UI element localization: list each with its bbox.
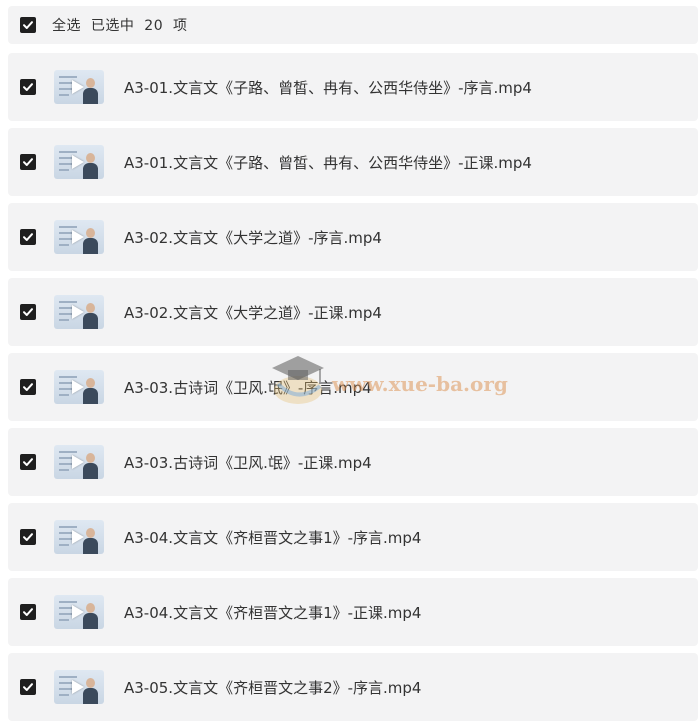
file-checkbox[interactable] [20,529,36,545]
file-checkbox[interactable] [20,604,36,620]
video-thumbnail[interactable] [54,70,104,104]
file-name[interactable]: A3-01.文言文《子路、曾皙、冉有、公西华侍坐》-正课.mp4 [124,152,532,173]
file-name[interactable]: A3-04.文言文《齐桓晋文之事1》-序言.mp4 [124,527,421,548]
file-row[interactable]: A3-02.文言文《大学之道》-序言.mp4 [8,203,698,271]
play-icon [72,455,84,469]
video-thumbnail[interactable] [54,670,104,704]
file-row[interactable]: A3-01.文言文《子路、曾皙、冉有、公西华侍坐》-序言.mp4 [8,53,698,121]
play-icon [72,155,84,169]
checkmark-icon [23,158,33,166]
play-icon [72,80,84,94]
file-name[interactable]: A3-03.古诗词《卫风.氓》-序言.mp4 [124,377,372,398]
video-thumbnail[interactable] [54,520,104,554]
video-thumbnail[interactable] [54,370,104,404]
select-all-bar[interactable]: 全选 已选中 20 项 [8,6,698,44]
file-checkbox[interactable] [20,454,36,470]
checkmark-icon [23,458,33,466]
video-thumbnail[interactable] [54,595,104,629]
video-thumbnail[interactable] [54,295,104,329]
file-row[interactable]: A3-03.古诗词《卫风.氓》-正课.mp4 [8,428,698,496]
file-name[interactable]: A3-03.古诗词《卫风.氓》-正课.mp4 [124,452,372,473]
select-all-checkbox[interactable] [20,17,36,33]
file-row[interactable]: A3-04.文言文《齐桓晋文之事1》-正课.mp4 [8,578,698,646]
file-row[interactable]: A3-02.文言文《大学之道》-正课.mp4 [8,278,698,346]
file-checkbox[interactable] [20,229,36,245]
file-checkbox[interactable] [20,379,36,395]
play-icon [72,230,84,244]
play-icon [72,680,84,694]
checkmark-icon [23,21,33,29]
file-row[interactable]: A3-05.文言文《齐桓晋文之事2》-序言.mp4 [8,653,698,721]
checkmark-icon [23,533,33,541]
selection-count-label: 全选 已选中 20 项 [52,18,188,34]
file-checkbox[interactable] [20,679,36,695]
play-icon [72,605,84,619]
video-thumbnail[interactable] [54,145,104,179]
checkmark-icon [23,308,33,316]
play-icon [72,380,84,394]
checkmark-icon [23,383,33,391]
file-checkbox[interactable] [20,79,36,95]
file-checkbox[interactable] [20,304,36,320]
play-icon [72,305,84,319]
video-thumbnail[interactable] [54,220,104,254]
checkmark-icon [23,83,33,91]
checkmark-icon [23,683,33,691]
video-thumbnail[interactable] [54,445,104,479]
file-name[interactable]: A3-04.文言文《齐桓晋文之事1》-正课.mp4 [124,602,421,623]
file-checkbox[interactable] [20,154,36,170]
checkmark-icon [23,233,33,241]
file-selection-panel: 全选 已选中 20 项 A3-01.文言文《子路、曾皙、冉有、公西华侍坐》-序言… [0,0,698,725]
file-name[interactable]: A3-05.文言文《齐桓晋文之事2》-序言.mp4 [124,677,421,698]
play-icon [72,530,84,544]
file-row[interactable]: A3-01.文言文《子路、曾皙、冉有、公西华侍坐》-正课.mp4 [8,128,698,196]
file-name[interactable]: A3-01.文言文《子路、曾皙、冉有、公西华侍坐》-序言.mp4 [124,77,532,98]
file-row[interactable]: A3-03.古诗词《卫风.氓》-序言.mp4 [8,353,698,421]
checkmark-icon [23,608,33,616]
file-list: A3-01.文言文《子路、曾皙、冉有、公西华侍坐》-序言.mp4 A3-01.文… [8,53,698,725]
file-row[interactable]: A3-04.文言文《齐桓晋文之事1》-序言.mp4 [8,503,698,571]
file-name[interactable]: A3-02.文言文《大学之道》-序言.mp4 [124,227,382,248]
file-name[interactable]: A3-02.文言文《大学之道》-正课.mp4 [124,302,382,323]
